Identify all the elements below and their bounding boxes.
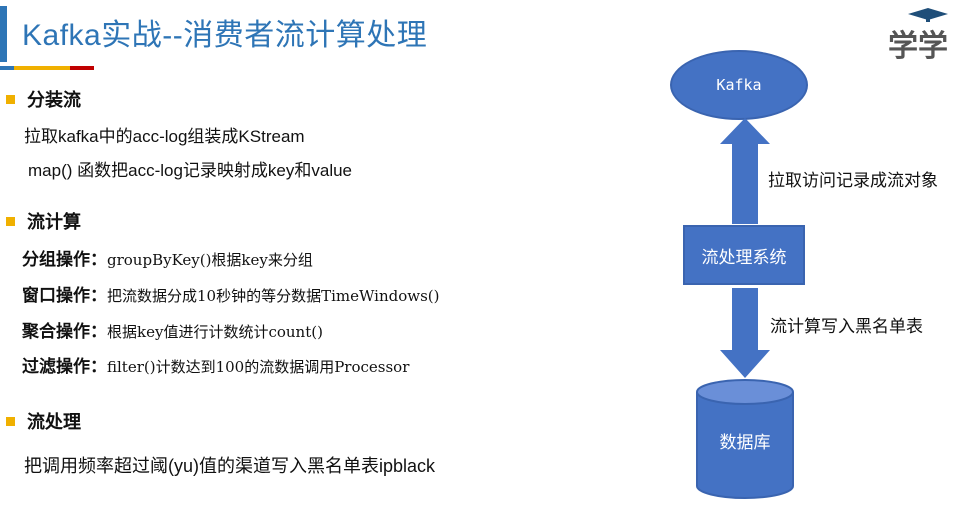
- up-arrow-icon: [720, 118, 770, 224]
- slide-title: Kafka实战--消费者流计算处理: [22, 19, 428, 52]
- stream-process-line-1: 把调用频率超过阈(yu)值的渠道写入黑名单表ipblack: [24, 456, 436, 476]
- stream-processing-node: 流处理系统: [683, 225, 805, 285]
- down-arrow-label: 流计算写入黑名单表: [770, 317, 923, 336]
- title-accent-bar: [0, 6, 7, 62]
- section-heading-stream-compute: 流计算: [6, 208, 81, 234]
- section-heading-stream-process: 流处理: [6, 408, 81, 434]
- op-group: 分组操作：groupByKey()根据key来分组: [22, 250, 313, 269]
- op-aggregate: 聚合操作：根据key值进行计数统计count(): [22, 322, 323, 341]
- bullet-icon: [6, 216, 15, 226]
- section-heading-package-stream: 分装流: [6, 86, 81, 112]
- bullet-icon: [6, 94, 15, 104]
- op-filter: 过滤操作：filter()计数达到100的流数据调用Processor: [22, 357, 410, 376]
- database-node-label: 数据库: [719, 433, 771, 452]
- kafka-node: Kafka: [670, 50, 808, 120]
- down-arrow-icon: [720, 288, 770, 378]
- svg-text:学学: 学学: [888, 29, 948, 64]
- up-arrow-label: 拉取访问记录成流对象: [768, 171, 938, 190]
- package-stream-line-2: map() 函数把acc-log记录映射成key和value: [28, 161, 353, 180]
- package-stream-line-1: 拉取kafka中的acc-log组装成KStream: [24, 127, 305, 146]
- bullet-icon: [6, 416, 15, 426]
- op-window: 窗口操作：把流数据分成10秒钟的等分数据TimeWindows(): [22, 286, 440, 305]
- logo-icon: 学学: [888, 8, 948, 64]
- title-underline: [0, 66, 100, 70]
